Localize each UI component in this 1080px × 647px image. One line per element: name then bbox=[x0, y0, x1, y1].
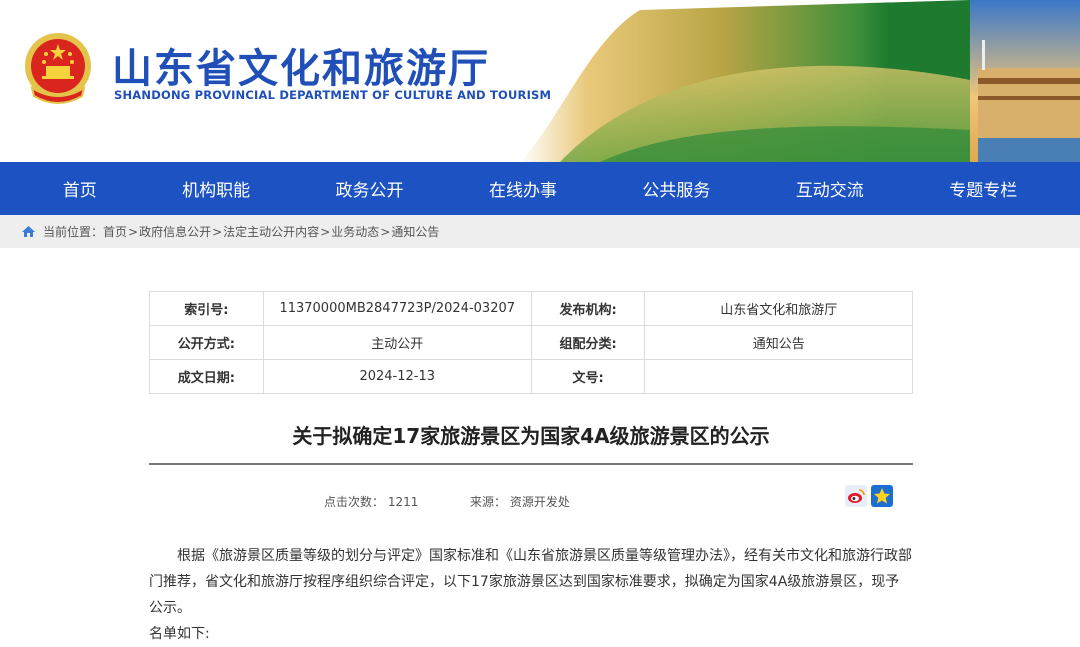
clicks-label: 点击次数： bbox=[324, 495, 385, 509]
publisher-label: 发布机构: bbox=[530, 291, 646, 326]
source-label: 来源： bbox=[470, 495, 507, 509]
article-list-intro: 名单如下: bbox=[149, 626, 210, 642]
date-value: 2024-12-13 bbox=[262, 359, 532, 394]
breadcrumb-separator: > bbox=[212, 224, 223, 239]
breadcrumb-statutory[interactable]: 法定主动公开内容 bbox=[223, 223, 319, 240]
national-emblem-icon bbox=[25, 33, 91, 104]
breadcrumb-gov-info[interactable]: 政府信息公开 bbox=[139, 223, 211, 240]
nav-item-functions[interactable]: 机构职能 bbox=[170, 176, 262, 201]
method-label: 公开方式: bbox=[149, 325, 264, 360]
breadcrumb: 当前位置： 首页 > 政府信息公开 > 法定主动公开内容 > 业务动态 > 通知… bbox=[0, 215, 1080, 248]
breadcrumb-home[interactable]: 首页 bbox=[103, 223, 127, 240]
site-subtitle: SHANDONG PROVINCIAL DEPARTMENT OF CULTUR… bbox=[114, 88, 552, 102]
docno-label: 文号: bbox=[530, 359, 646, 394]
breadcrumb-prefix: 当前位置： bbox=[43, 225, 104, 239]
index-label: 索引号: bbox=[149, 291, 264, 326]
category-value: 通知公告 bbox=[644, 325, 913, 360]
main-nav: 首页 机构职能 政务公开 在线办事 公共服务 互动交流 专题专栏 bbox=[0, 162, 1080, 215]
breadcrumb-business[interactable]: 业务动态 bbox=[331, 223, 379, 240]
nav-item-special-topics[interactable]: 专题专栏 bbox=[937, 176, 1029, 201]
table-row: 成文日期: 2024-12-13 文号: bbox=[149, 359, 913, 394]
nav-item-online-services[interactable]: 在线办事 bbox=[477, 176, 569, 201]
breadcrumb-separator: > bbox=[128, 224, 139, 239]
publisher-value: 山东省文化和旅游厅 bbox=[644, 291, 913, 326]
category-label: 组配分类: bbox=[530, 325, 646, 360]
breadcrumb-separator: > bbox=[380, 224, 391, 239]
weibo-share-icon[interactable] bbox=[845, 485, 867, 507]
article-meta: 点击次数： 1211 来源： 资源开发处 bbox=[324, 493, 570, 510]
home-icon bbox=[22, 226, 35, 237]
site-title: 山东省文化和旅游厅 bbox=[112, 46, 490, 92]
banner-scenery-image bbox=[520, 0, 1080, 162]
title-divider bbox=[149, 463, 913, 465]
nav-item-government-affairs[interactable]: 政务公开 bbox=[324, 176, 416, 201]
favorite-star-icon[interactable] bbox=[871, 485, 893, 507]
site-header: 山东省文化和旅游厅 SHANDONG PROVINCIAL DEPARTMENT… bbox=[0, 0, 1080, 162]
article-title: 关于拟确定17家旅游景区为国家4A级旅游景区的公示 bbox=[292, 424, 770, 448]
date-label: 成文日期: bbox=[149, 359, 264, 394]
nav-item-public-services[interactable]: 公共服务 bbox=[630, 176, 722, 201]
method-value: 主动公开 bbox=[262, 325, 532, 360]
article-body: 根据《旅游景区质量等级的划分与评定》国家标准和《山东省旅游景区质量等级管理办法》… bbox=[149, 543, 913, 647]
table-row: 公开方式: 主动公开 组配分类: 通知公告 bbox=[149, 325, 913, 360]
clicks-value: 1211 bbox=[387, 495, 419, 509]
source-value: 资源开发处 bbox=[509, 495, 570, 509]
breadcrumb-notices[interactable]: 通知公告 bbox=[391, 223, 439, 240]
nav-item-interaction[interactable]: 互动交流 bbox=[784, 176, 876, 201]
docno-value bbox=[644, 359, 913, 394]
breadcrumb-separator: > bbox=[320, 224, 331, 239]
document-info-table: 索引号: 11370000MB2847723P/2024-03207 发布机构:… bbox=[149, 291, 913, 394]
table-row: 索引号: 11370000MB2847723P/2024-03207 发布机构:… bbox=[149, 291, 913, 326]
index-value: 11370000MB2847723P/2024-03207 bbox=[262, 291, 532, 326]
article-paragraph: 根据《旅游景区质量等级的划分与评定》国家标准和《山东省旅游景区质量等级管理办法》… bbox=[149, 548, 912, 616]
nav-item-home[interactable]: 首页 bbox=[51, 176, 109, 201]
